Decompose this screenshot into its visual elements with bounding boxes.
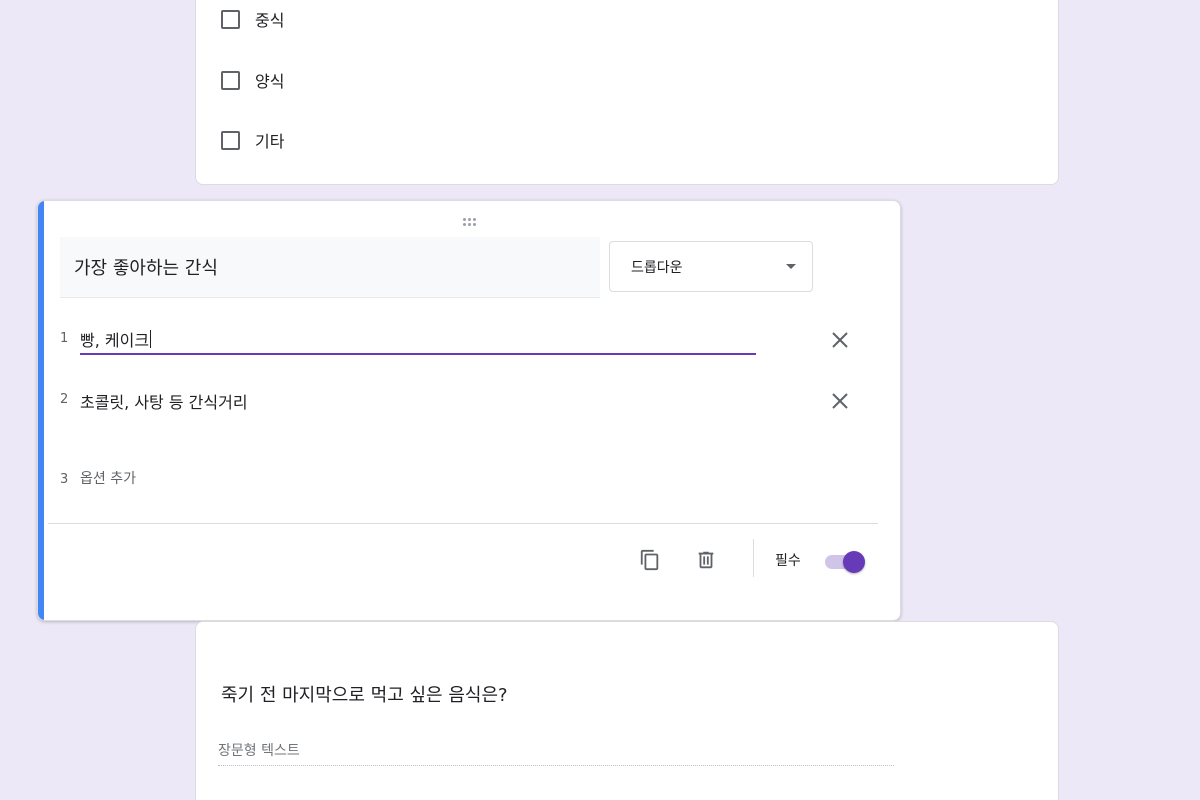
question-type-dropdown[interactable]: 드롭다운: [609, 241, 813, 292]
checkbox-option[interactable]: 중식: [221, 7, 284, 31]
checkbox[interactable]: [221, 70, 240, 90]
active-question-card[interactable]: 가장 좋아하는 간식 드롭다운 1 빵, 케이크 2 초콜릿, 사탕 등 간식거…: [37, 200, 901, 621]
question-type-label: 드롭다운: [631, 259, 683, 276]
question-title: 죽기 전 마지막으로 먹고 싶은 음식은?: [221, 685, 508, 706]
copy-icon: [640, 549, 659, 571]
text-cursor: [150, 330, 152, 348]
add-option-button[interactable]: 옵션 추가: [80, 463, 280, 493]
option-input[interactable]: 빵, 케이크: [80, 325, 756, 355]
question-title-field[interactable]: 가장 좋아하는 간식: [60, 237, 600, 298]
close-icon: [832, 332, 848, 348]
checkbox[interactable]: [221, 9, 240, 29]
dropdown-option-row: 1 빵, 케이크: [60, 325, 860, 355]
previous-question-card[interactable]: 중식 양식 기타: [195, 0, 1059, 185]
option-number: 2: [60, 392, 69, 407]
option-number: 1: [60, 331, 69, 346]
required-toggle[interactable]: [823, 550, 867, 574]
option-input-text: 초콜릿, 사탕 등 간식거리: [80, 393, 248, 412]
checkbox-option[interactable]: 양식: [221, 68, 284, 92]
long-answer-placeholder-text: 장문형 텍스트: [218, 742, 300, 759]
trash-icon: [698, 551, 714, 569]
dropdown-option-row: 2 초콜릿, 사탕 등 간식거리: [60, 386, 860, 416]
dropdown-arrow-icon: [786, 264, 796, 269]
footer-divider: [48, 523, 878, 524]
close-icon: [832, 393, 848, 409]
long-answer-placeholder: 장문형 텍스트: [218, 734, 894, 766]
option-input-text: 빵, 케이크: [80, 331, 150, 350]
remove-option-button[interactable]: [828, 389, 852, 413]
checkbox-option[interactable]: 기타: [221, 128, 284, 152]
next-question-card[interactable]: 죽기 전 마지막으로 먹고 싶은 음식은? 장문형 텍스트: [195, 621, 1059, 800]
delete-button[interactable]: [694, 548, 718, 572]
add-option-label: 옵션 추가: [80, 471, 136, 487]
checkbox-option-label: 기타: [255, 132, 285, 151]
checkbox[interactable]: [221, 130, 240, 150]
duplicate-button[interactable]: [638, 548, 662, 572]
footer-separator: [753, 539, 754, 577]
remove-option-button[interactable]: [828, 328, 852, 352]
checkbox-option-label: 양식: [255, 72, 285, 91]
drag-handle-icon[interactable]: [463, 218, 477, 226]
active-indicator-bar: [38, 201, 44, 620]
option-input[interactable]: 초콜릿, 사탕 등 간식거리: [80, 386, 756, 416]
question-title-text: 가장 좋아하는 간식: [74, 258, 218, 279]
toggle-thumb: [843, 551, 865, 573]
add-option-row: 3 옵션 추가: [60, 465, 360, 495]
checkbox-option-label: 중식: [255, 11, 285, 30]
option-number: 3: [60, 472, 69, 487]
required-label: 필수: [775, 553, 801, 569]
